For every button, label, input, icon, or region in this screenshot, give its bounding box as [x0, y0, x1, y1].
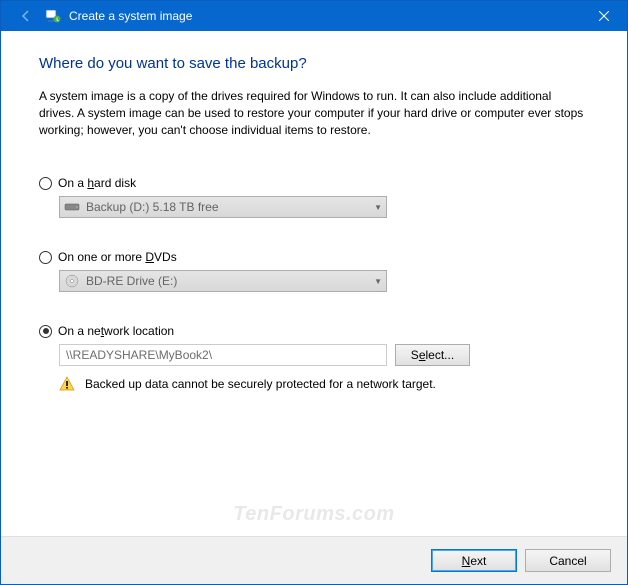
- option-network: On a network location Select... Backed u…: [39, 324, 589, 392]
- dropdown-text: Backup (D:) 5.18 TB free: [86, 200, 374, 214]
- hard-disk-dropdown[interactable]: Backup (D:) 5.18 TB free ▼: [59, 196, 387, 218]
- radio-label-hard-disk: On a hard disk: [58, 176, 136, 190]
- chevron-down-icon: ▼: [374, 277, 382, 286]
- radio-icon: [39, 177, 52, 190]
- page-description: A system image is a copy of the drives r…: [39, 88, 589, 138]
- dvd-dropdown[interactable]: BD-RE Drive (E:) ▼: [59, 270, 387, 292]
- content-area: Where do you want to save the backup? A …: [1, 31, 627, 392]
- network-warning: Backed up data cannot be securely protec…: [59, 376, 589, 392]
- footer-bar: Next Cancel: [1, 536, 627, 584]
- watermark: TenForums.com: [233, 503, 394, 526]
- window-title: Create a system image: [69, 9, 192, 23]
- radio-network[interactable]: On a network location: [39, 324, 589, 338]
- back-arrow-icon: [15, 5, 37, 27]
- disc-icon: [64, 275, 80, 287]
- chevron-down-icon: ▼: [374, 203, 382, 212]
- radio-icon: [39, 251, 52, 264]
- page-heading: Where do you want to save the backup?: [39, 55, 589, 72]
- radio-label-network: On a network location: [58, 324, 174, 338]
- app-icon: [45, 8, 61, 24]
- close-button[interactable]: [581, 1, 627, 31]
- radio-label-dvds: On one or more DVDs: [58, 250, 177, 264]
- titlebar: Create a system image: [1, 1, 627, 31]
- hard-drive-icon: [64, 201, 80, 213]
- network-path-input[interactable]: [59, 344, 387, 366]
- dropdown-text: BD-RE Drive (E:): [86, 274, 374, 288]
- warning-text: Backed up data cannot be securely protec…: [85, 377, 436, 391]
- cancel-button[interactable]: Cancel: [525, 549, 611, 572]
- select-button[interactable]: Select...: [395, 344, 470, 366]
- radio-hard-disk[interactable]: On a hard disk: [39, 176, 589, 190]
- radio-dvds[interactable]: On one or more DVDs: [39, 250, 589, 264]
- warning-icon: [59, 376, 75, 392]
- option-hard-disk: On a hard disk Backup (D:) 5.18 TB free …: [39, 176, 589, 218]
- radio-icon: [39, 325, 52, 338]
- next-button[interactable]: Next: [431, 549, 517, 572]
- option-dvds: On one or more DVDs BD-RE Drive (E:) ▼: [39, 250, 589, 292]
